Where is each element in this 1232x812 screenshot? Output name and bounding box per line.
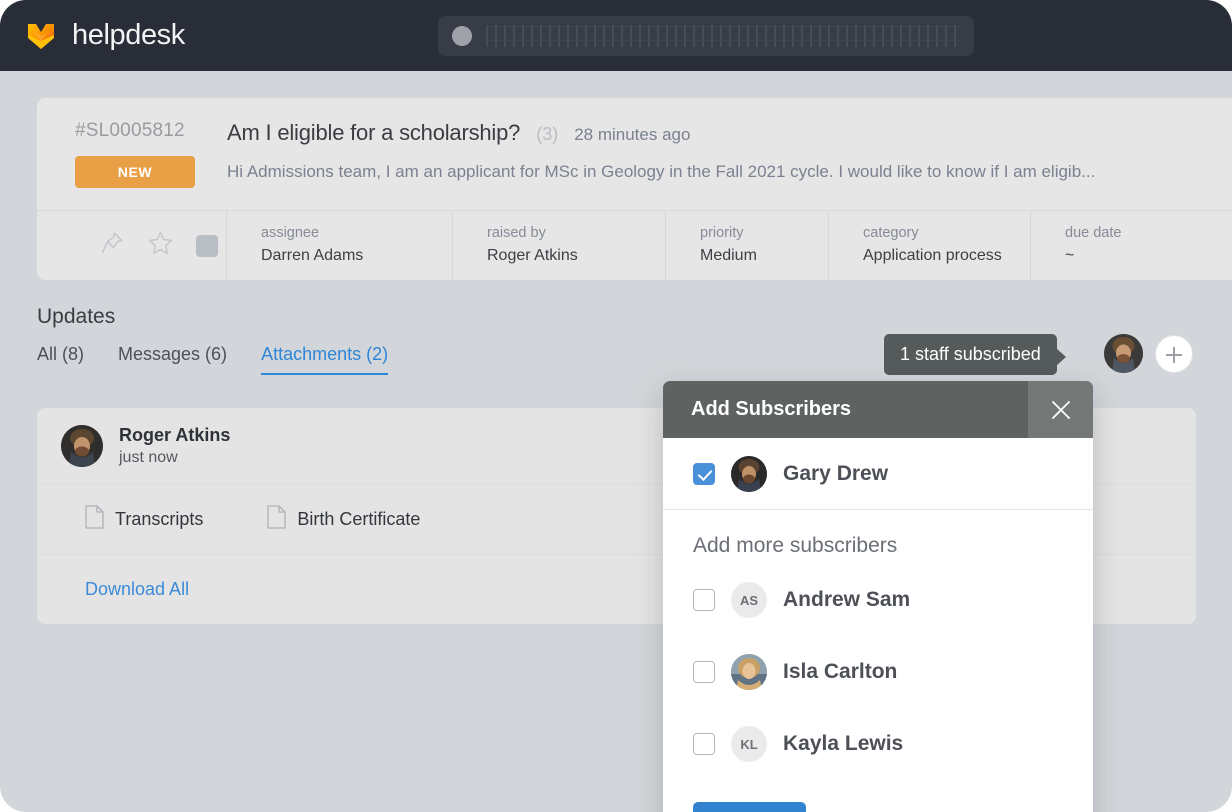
search-avatar-icon: [452, 26, 472, 46]
subscriber-row-candidate[interactable]: Isla Carlton: [663, 636, 1093, 708]
top-navigation-bar: helpdesk: [0, 0, 1232, 71]
avatar: [61, 425, 103, 467]
attachment-name: Birth Certificate: [297, 509, 421, 529]
dialog-header: Add Subscribers: [663, 381, 1093, 438]
meta-priority: priority Medium: [666, 211, 829, 280]
meta-category: category Application process: [829, 211, 1031, 280]
tab-messages[interactable]: Messages (6): [118, 344, 227, 375]
update-timestamp: just now: [119, 449, 178, 466]
status-badge: NEW: [75, 156, 195, 188]
tab-all[interactable]: All (8): [37, 344, 84, 375]
subscriber-row-current[interactable]: Gary Drew: [663, 438, 1093, 510]
subscribed-tooltip: 1 staff subscribed: [884, 334, 1066, 375]
global-search-bar[interactable]: [438, 16, 974, 56]
add-more-label: Add more subscribers: [693, 534, 898, 557]
star-icon[interactable]: [147, 230, 174, 262]
document-icon: [267, 505, 287, 534]
ticket-header: #SL0005812 NEW Am I eligible for a schol…: [37, 98, 1232, 210]
ticket-meta-row: assignee Darren Adams raised by Roger At…: [37, 210, 1232, 280]
close-icon: [1050, 399, 1072, 421]
ticket-id: #SL0005812: [75, 120, 185, 141]
pin-icon[interactable]: [99, 230, 125, 261]
updates-tabs: All (8) Messages (6) Attachments (2): [37, 344, 389, 375]
meta-label: priority: [700, 225, 744, 241]
ticket-summary-card: #SL0005812 NEW Am I eligible for a schol…: [37, 98, 1232, 280]
attachment-name: Transcripts: [115, 509, 204, 529]
avatar-initials: KL: [731, 726, 767, 762]
subscriber-name: Andrew Sam: [783, 588, 911, 611]
subscriber-row-candidate[interactable]: AS Andrew Sam: [663, 564, 1093, 636]
download-all-link[interactable]: Download All: [85, 579, 189, 600]
add-button[interactable]: Add: [693, 802, 806, 812]
ticket-id-column: #SL0005812 NEW: [37, 120, 227, 188]
subscriber-name: Gary Drew: [783, 461, 889, 485]
meta-assignee: assignee Darren Adams: [227, 211, 453, 280]
ticket-title[interactable]: Am I eligible for a scholarship?: [227, 120, 520, 146]
avatar-initials: AS: [731, 582, 767, 618]
meta-raised-by: raised by Roger Atkins: [453, 211, 666, 280]
updates-heading: Updates: [37, 305, 116, 328]
subscriber-avatar[interactable]: [1104, 334, 1143, 373]
add-subscriber-button[interactable]: [1155, 335, 1193, 373]
close-button[interactable]: [1028, 381, 1093, 438]
subscriber-name: Isla Carlton: [783, 660, 898, 683]
ticket-timestamp: 28 minutes ago: [574, 125, 691, 144]
subscriber-checkbox[interactable]: [693, 733, 715, 755]
brand-logo[interactable]: helpdesk: [24, 19, 185, 53]
ticket-message-count: (3): [536, 124, 559, 144]
add-subscribers-dialog: Add Subscribers Gary Drew Add more subsc…: [663, 381, 1093, 812]
ticket-main-column: Am I eligible for a scholarship? (3) 28 …: [227, 120, 1232, 188]
tab-attachments[interactable]: Attachments (2): [261, 344, 389, 375]
meta-label: due date: [1065, 225, 1122, 241]
meta-value[interactable]: ~: [1065, 247, 1231, 265]
app-window: helpdesk #SL0005812 NEW Am I eligible fo…: [0, 0, 1232, 812]
update-author-meta: Roger Atkins just now: [119, 425, 230, 467]
meta-value[interactable]: Roger Atkins: [487, 247, 665, 265]
ticket-title-row: Am I eligible for a scholarship? (3) 28 …: [227, 120, 1202, 146]
avatar: [731, 455, 767, 492]
document-icon: [85, 505, 104, 534]
subscriber-checkbox[interactable]: [693, 589, 715, 611]
attachment-item[interactable]: Birth Certificate: [267, 505, 420, 534]
meta-label: raised by: [487, 225, 546, 241]
fox-logo-icon: [24, 19, 58, 53]
subscriber-row-candidate[interactable]: KL Kayla Lewis: [663, 708, 1093, 780]
dialog-title: Add Subscribers: [691, 398, 852, 420]
avatar: [731, 654, 767, 690]
meta-value[interactable]: Darren Adams: [261, 247, 452, 265]
brand-name: helpdesk: [72, 19, 185, 51]
subscriber-checkbox[interactable]: [693, 661, 715, 683]
meta-label: category: [863, 225, 919, 241]
search-input[interactable]: [486, 25, 960, 47]
subscriber-checkbox[interactable]: [693, 462, 715, 485]
meta-due-date: due date ~: [1031, 211, 1231, 280]
update-author-name: Roger Atkins: [119, 425, 231, 445]
ticket-preview-text: Hi Admissions team, I am an applicant fo…: [227, 162, 1096, 181]
dialog-actions: Add Cancel: [663, 780, 1093, 812]
select-checkbox-icon[interactable]: [196, 234, 218, 257]
subscriber-name: Kayla Lewis: [783, 732, 904, 755]
meta-label: assignee: [261, 225, 320, 241]
meta-value[interactable]: Application process: [863, 247, 1030, 265]
ticket-action-icons: [37, 211, 227, 280]
attachment-item[interactable]: Transcripts: [85, 505, 203, 534]
meta-value[interactable]: Medium: [700, 247, 828, 265]
